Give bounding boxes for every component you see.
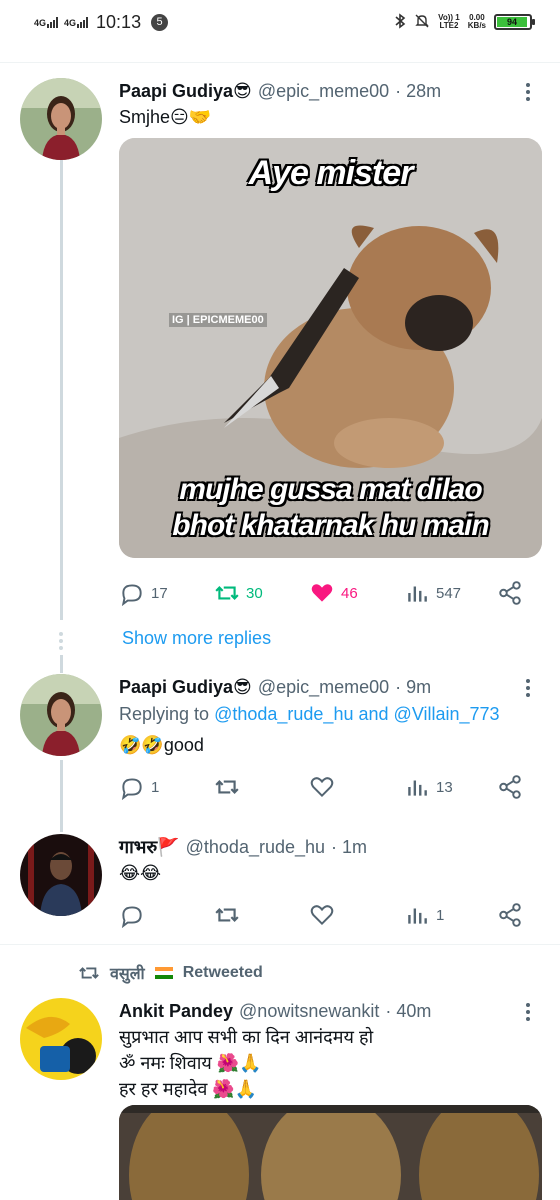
divider	[0, 62, 560, 63]
thread-line	[60, 655, 63, 673]
author-handle[interactable]: @thoda_rude_hu	[186, 837, 325, 858]
mention-link[interactable]: @Villain_773	[394, 704, 500, 724]
share-icon	[499, 775, 521, 799]
views-button[interactable]: 1	[404, 902, 444, 928]
view-count: 13	[436, 778, 453, 796]
retweet-count: 30	[246, 584, 263, 602]
heart-icon	[310, 905, 334, 926]
volte-indicator: Vo)) 1 LTE2	[438, 13, 460, 30]
retweet-icon	[215, 908, 239, 922]
author-name[interactable]: Paapi Gudiya😎	[119, 81, 252, 102]
tweet[interactable]: Ankit Pandey @nowitsnewankit · 40m सुप्र…	[0, 998, 560, 1108]
author-name[interactable]: Paapi Gudiya😎	[119, 677, 252, 698]
battery-level: 94	[497, 17, 528, 27]
thread-dots	[59, 632, 63, 650]
share-button[interactable]	[497, 774, 523, 800]
timestamp: · 28m	[395, 80, 442, 101]
avatar[interactable]	[20, 78, 102, 160]
battery-icon: 94	[494, 14, 535, 30]
like-button[interactable]	[309, 902, 335, 928]
author-name[interactable]: Ankit Pandey	[119, 1001, 233, 1022]
tweet-text-line: हर हर महादेव 🌺🙏	[119, 1079, 258, 1099]
tweet-media[interactable]: Aye mister IG | EPICMEME00 mujhe gussa m…	[119, 138, 542, 558]
views-button[interactable]: 13	[404, 774, 453, 800]
retweeted-label: Retweeted	[182, 964, 263, 981]
reply-button[interactable]: 1	[119, 774, 159, 800]
avatar[interactable]	[20, 834, 102, 916]
tweet-text: 🤣🤣good	[119, 735, 204, 755]
views-icon	[408, 780, 427, 796]
signal-2: 4G	[64, 16, 89, 28]
retweet-icon	[215, 586, 239, 600]
retweeter-name: वसुली	[110, 966, 145, 983]
india-flag-icon	[154, 967, 173, 979]
reply-icon	[121, 584, 142, 606]
author-name[interactable]: गाभरु🚩	[119, 835, 180, 859]
replying-to: Replying to @thoda_rude_hu and @Villain_…	[119, 704, 500, 724]
signal-bars-icon	[47, 16, 59, 28]
signal-1: 4G	[34, 16, 59, 28]
network-speed: 0.00 KB/s	[467, 13, 486, 30]
signal-bars-icon	[77, 16, 89, 28]
view-count: 547	[436, 584, 462, 602]
view-count: 1	[436, 906, 445, 924]
timestamp: · 9m	[395, 676, 432, 697]
share-button[interactable]	[497, 580, 523, 606]
tweet-text: Smjhe😑🤝	[119, 107, 212, 127]
meme-bottom-text: mujhe gussa mat dilao bhot khatarnak hu …	[172, 473, 489, 542]
bluetooth-icon	[394, 12, 406, 32]
more-options-icon[interactable]	[518, 82, 538, 102]
author-handle[interactable]: @nowitsnewankit	[239, 1001, 379, 1022]
share-icon	[499, 581, 521, 605]
author-handle[interactable]: @epic_meme00	[258, 81, 389, 102]
clock: 10:13	[96, 11, 142, 32]
meme-watermark: IG | EPICMEME00	[169, 313, 267, 327]
retweeted-by[interactable]: वसुली Retweeted	[78, 962, 263, 984]
notification-count: 5	[151, 13, 169, 31]
mute-icon	[414, 13, 430, 32]
retweet-icon	[215, 780, 239, 794]
like-count: 46	[341, 584, 358, 602]
divider	[0, 944, 560, 945]
reply-icon	[121, 778, 142, 800]
timestamp: · 40m	[385, 1000, 432, 1021]
tweet-actions: 1	[119, 900, 529, 930]
views-icon	[408, 908, 427, 924]
heart-filled-icon	[311, 584, 333, 602]
reply-button[interactable]: 17	[119, 580, 168, 606]
reply-button[interactable]	[119, 902, 145, 928]
retweet-button[interactable]	[214, 774, 240, 800]
tweet-actions: 17 30 46 547	[119, 578, 529, 608]
timestamp: · 1m	[331, 836, 368, 857]
more-options-icon[interactable]	[518, 1002, 538, 1022]
views-button[interactable]: 547	[404, 580, 461, 606]
share-button[interactable]	[497, 902, 523, 928]
reply-count: 17	[151, 584, 168, 602]
show-more-replies-link[interactable]: Show more replies	[122, 628, 271, 649]
avatar[interactable]	[20, 998, 102, 1080]
reply-count: 1	[151, 778, 160, 796]
meme-top-text: Aye mister	[248, 154, 414, 192]
status-bar: 4G 4G 10:13 5 Vo)) 1 LTE2 0.00 KB/s 94	[0, 0, 560, 44]
retweet-button[interactable]	[214, 902, 240, 928]
like-button[interactable]: 46	[309, 580, 358, 606]
tweet-media[interactable]	[119, 1105, 542, 1200]
retweet-button[interactable]: 30	[214, 580, 263, 606]
more-options-icon[interactable]	[518, 678, 538, 698]
views-icon	[408, 586, 427, 602]
mention-link[interactable]: @thoda_rude_hu	[214, 704, 353, 724]
retweet-icon	[79, 967, 99, 979]
tweet-text-line: सुप्रभात आप सभी का दिन आनंदमय हो	[119, 1027, 374, 1047]
tweet-actions: 1 13	[119, 772, 529, 802]
reply-icon	[121, 906, 142, 928]
author-handle[interactable]: @epic_meme00	[258, 677, 389, 698]
share-icon	[499, 903, 521, 927]
tweet-text: 😂😂	[119, 863, 162, 883]
heart-icon	[310, 777, 334, 798]
like-button[interactable]	[309, 774, 335, 800]
avatar[interactable]	[20, 674, 102, 756]
media-image	[119, 1105, 542, 1200]
tweet-text-line: ॐ नमः शिवाय 🌺🙏	[119, 1053, 262, 1073]
